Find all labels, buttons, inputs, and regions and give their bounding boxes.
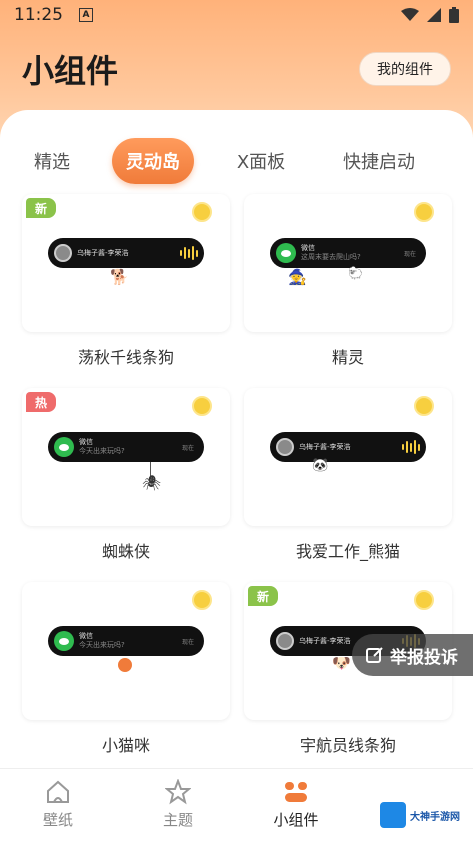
- nav-theme[interactable]: 主题: [138, 779, 218, 830]
- page-title: 小组件: [22, 52, 119, 90]
- pill-subtitle: 今天出来玩吗?: [79, 641, 125, 649]
- star-icon: [165, 779, 191, 805]
- pill-meta: 现在: [181, 444, 194, 452]
- coin-icon: [414, 202, 434, 222]
- tab-x-panel[interactable]: X面板: [226, 138, 296, 184]
- dog-doodle-icon: 🐕: [110, 268, 129, 286]
- coin-icon: [192, 396, 212, 416]
- dynamic-island-pill: 微信 今天出来玩吗? 现在: [48, 432, 204, 462]
- pill-title: 微信: [301, 244, 315, 252]
- widget-preview: 乌梅子酱-李荣浩 🐼: [244, 388, 452, 526]
- dynamic-island-pill: 乌梅子酱-李荣浩: [48, 238, 204, 268]
- widget-name: 蜘蛛侠: [101, 542, 150, 561]
- battery-icon: [449, 7, 459, 23]
- doodle-face-icon: 🐑: [348, 266, 363, 280]
- dynamic-island-pill: 微信 这周末要去爬山吗? 现在: [270, 238, 426, 268]
- album-avatar: [276, 438, 294, 456]
- status-time: 11:25: [14, 5, 63, 25]
- album-avatar: [54, 244, 72, 262]
- my-widgets-button[interactable]: 我的组件: [359, 52, 451, 86]
- wechat-icon: [54, 437, 74, 457]
- pill-text: 微信 今天出来玩吗?: [79, 438, 182, 456]
- wechat-icon: [54, 631, 74, 651]
- nav-label: 小组件: [273, 811, 319, 829]
- pill-text: 微信 这周末要去爬山吗?: [301, 244, 404, 262]
- status-bar: 11:25 A: [0, 0, 473, 30]
- widget-name: 荡秋千线条狗: [77, 348, 174, 367]
- widget-preview: 热 微信 今天出来玩吗? 现在 🕷: [22, 388, 230, 526]
- astronaut-dog-doodle-icon: 🐶: [332, 654, 351, 672]
- widget-card[interactable]: 乌梅子酱-李荣浩 🐼 我爱工作_熊猫: [244, 388, 452, 568]
- new-badge: 新: [248, 586, 278, 606]
- widget-name: 精灵: [331, 348, 364, 367]
- edit-icon: [366, 647, 383, 663]
- coin-icon: [414, 396, 434, 416]
- wifi-icon: [401, 8, 419, 21]
- widgets-icon: [285, 782, 307, 802]
- widget-preview: 微信 这周末要去爬山吗? 现在 🧙 🐑: [244, 194, 452, 332]
- pill-title: 微信: [79, 632, 93, 640]
- nav-wallpaper[interactable]: 壁纸: [18, 779, 98, 830]
- pill-title: 乌梅子酱-李荣浩: [299, 442, 351, 451]
- widget-preview: 新 乌梅子酱-李荣浩 🐕: [22, 194, 230, 332]
- spider-doodle-icon: 🕷: [142, 474, 162, 492]
- audio-wave-icon: [180, 246, 198, 260]
- coin-icon: [192, 202, 212, 222]
- panda-doodle-icon: 🐼: [312, 458, 329, 473]
- watermark-logo-icon: [380, 802, 406, 828]
- watermark-text: 大神手游网: [410, 811, 460, 823]
- coin-icon: [192, 590, 212, 610]
- yarn-ball-icon: [118, 658, 132, 672]
- pill-title: 微信: [79, 438, 93, 446]
- pill-subtitle: 这周末要去爬山吗?: [301, 253, 361, 261]
- pill-subtitle: 今天出来玩吗?: [79, 447, 125, 455]
- wizard-doodle-icon: 🧙: [288, 268, 307, 286]
- tab-featured[interactable]: 精选: [22, 138, 82, 184]
- audio-wave-icon: [402, 440, 420, 454]
- pill-meta: 现在: [181, 638, 194, 646]
- dynamic-island-pill: 微信 今天出来玩吗? 现在: [48, 626, 204, 656]
- home-icon: [47, 780, 69, 803]
- nav-label: 壁纸: [42, 811, 73, 829]
- new-badge: 新: [26, 198, 56, 218]
- widget-card[interactable]: 热 微信 今天出来玩吗? 现在 🕷 蜘蛛侠: [22, 388, 230, 568]
- tab-quick-launch[interactable]: 快捷启动: [332, 138, 426, 184]
- widget-card[interactable]: 微信 这周末要去爬山吗? 现在 🧙 🐑 精灵: [244, 194, 452, 374]
- report-label: 举报投诉: [390, 647, 458, 668]
- pill-meta: 现在: [403, 250, 416, 258]
- signal-icon: [427, 8, 441, 22]
- status-icons: [401, 7, 459, 23]
- category-tabs: 精选 灵动岛 X面板 快捷启动: [0, 138, 473, 184]
- dynamic-island-pill: 乌梅子酱-李荣浩: [270, 432, 426, 462]
- widget-name: 我爱工作_熊猫: [295, 542, 400, 561]
- widget-name: 小猫咪: [101, 736, 150, 755]
- pill-text: 微信 今天出来玩吗?: [79, 632, 182, 650]
- widget-card[interactable]: 新 乌梅子酱-李荣浩 🐕 荡秋千线条狗: [22, 194, 230, 374]
- nav-label: 主题: [162, 811, 193, 829]
- wechat-icon: [276, 243, 296, 263]
- widget-preview: 微信 今天出来玩吗? 现在: [22, 582, 230, 720]
- watermark: 大神手游网: [380, 800, 470, 830]
- nav-widgets[interactable]: 小组件: [256, 779, 336, 830]
- widget-card[interactable]: 微信 今天出来玩吗? 现在 小猫咪: [22, 582, 230, 762]
- album-avatar: [276, 632, 294, 650]
- pill-title: 乌梅子酱-李荣浩: [77, 248, 129, 257]
- hot-badge: 热: [26, 392, 56, 412]
- tab-dynamic-island[interactable]: 灵动岛: [112, 138, 194, 184]
- widget-name: 宇航员线条狗: [299, 736, 396, 755]
- coin-icon: [414, 590, 434, 610]
- report-button[interactable]: 举报投诉: [352, 634, 473, 676]
- notification-a-icon: A: [79, 8, 93, 22]
